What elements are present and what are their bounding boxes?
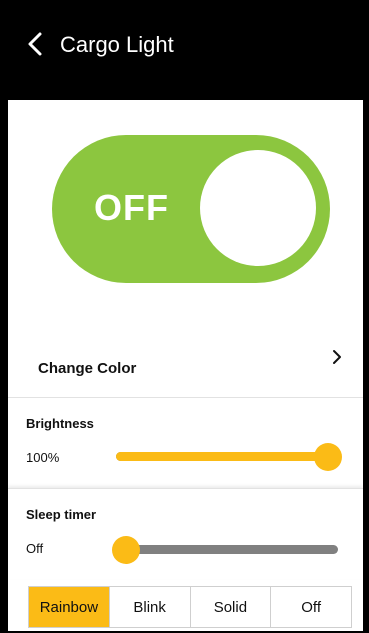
chevron-left-icon bbox=[28, 32, 42, 56]
slider-thumb[interactable] bbox=[112, 536, 140, 564]
mode-blink-button[interactable]: Blink bbox=[108, 587, 190, 627]
sleep-timer-title: Sleep timer bbox=[26, 507, 97, 522]
slider-track bbox=[116, 545, 338, 554]
toggle-knob bbox=[200, 150, 316, 266]
slider-thumb[interactable] bbox=[314, 443, 342, 471]
device-frame: Cargo Light OFF Change Color Brightness … bbox=[0, 0, 369, 633]
mode-rainbow-button[interactable]: Rainbow bbox=[29, 587, 109, 627]
mode-solid-button[interactable]: Solid bbox=[189, 587, 271, 627]
chevron-right-icon bbox=[333, 350, 341, 364]
sleep-timer-section: Sleep timer Off bbox=[8, 488, 363, 579]
change-color-row[interactable]: Change Color bbox=[8, 330, 363, 396]
brightness-title: Brightness bbox=[26, 416, 94, 431]
brightness-slider[interactable] bbox=[116, 443, 342, 471]
sleep-timer-slider[interactable] bbox=[112, 536, 338, 564]
power-toggle[interactable]: OFF bbox=[52, 135, 330, 283]
change-color-label: Change Color bbox=[38, 360, 137, 377]
brightness-value: 100% bbox=[26, 450, 60, 465]
page-title: Cargo Light bbox=[60, 32, 174, 57]
sleep-timer-value: Off bbox=[26, 541, 44, 556]
mode-selector: Rainbow Blink Solid Off bbox=[28, 586, 352, 628]
mode-off-button[interactable]: Off bbox=[270, 587, 351, 627]
app-screen: Cargo Light OFF Change Color Brightness … bbox=[8, 0, 363, 631]
power-state-label: OFF bbox=[94, 187, 169, 228]
brightness-section: Brightness 100% bbox=[8, 397, 363, 488]
app-header: Cargo Light bbox=[8, 0, 363, 100]
slider-fill bbox=[116, 452, 328, 461]
back-button[interactable] bbox=[18, 26, 54, 62]
